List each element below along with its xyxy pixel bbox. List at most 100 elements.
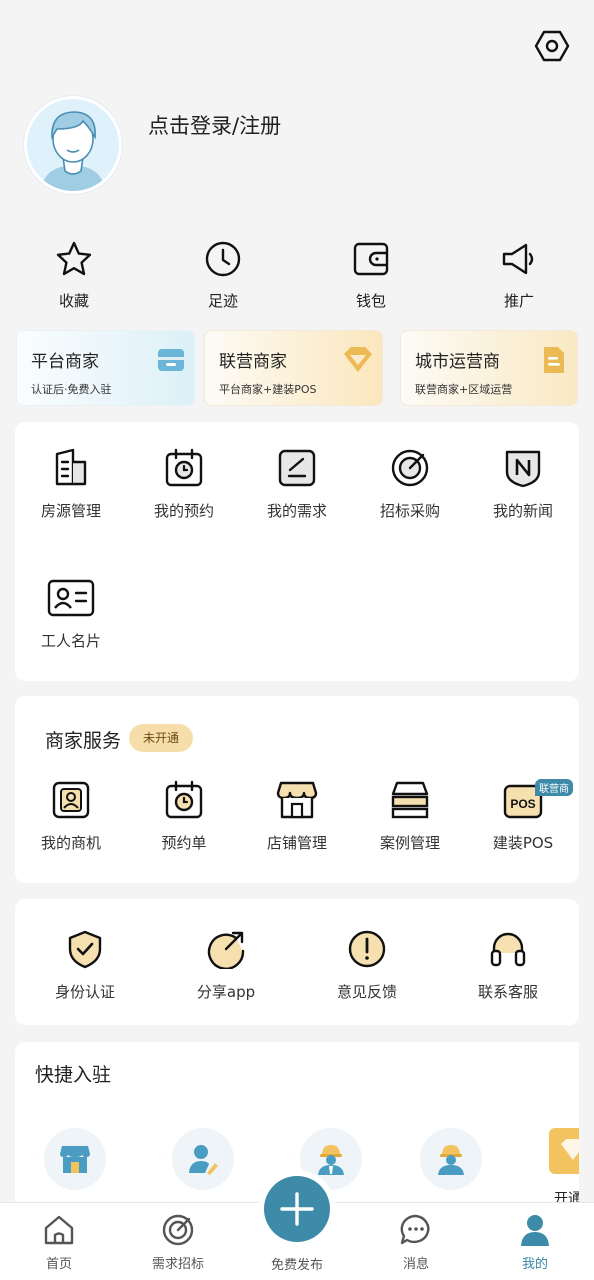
- wallet-icon: [353, 242, 389, 276]
- merchant-label: 建装POS: [492, 834, 554, 852]
- support-customer-service[interactable]: 联系客服: [452, 929, 564, 1002]
- layers-icon: [391, 781, 429, 819]
- status-badge: 未开通: [129, 724, 193, 752]
- support-label: 联系客服: [477, 983, 538, 1001]
- favorites-label: 收藏: [58, 292, 89, 310]
- user-icon: [521, 1215, 549, 1246]
- merchant-label: 我的商机: [40, 834, 101, 852]
- merchant-case-management[interactable]: 案例管理: [354, 780, 466, 853]
- default-avatar-icon: [41, 111, 105, 191]
- support-feedback[interactable]: 意见反馈: [311, 929, 423, 1002]
- support-label: 意见反馈: [336, 983, 397, 1001]
- tool-my-requirements[interactable]: 我的需求: [241, 448, 353, 521]
- tool-bidding-procurement[interactable]: 招标采购: [354, 448, 466, 521]
- quick-actions: 收藏 足迹 钱包 推广: [0, 240, 594, 320]
- history-button[interactable]: 足迹: [178, 240, 268, 311]
- fast-join-store[interactable]: [44, 1128, 106, 1190]
- tool-my-news[interactable]: 我的新闻: [467, 448, 579, 521]
- diamond-icon: [344, 347, 372, 372]
- star-icon: [56, 241, 92, 276]
- fast-join-open-f[interactable]: 开通F: [549, 1128, 579, 1208]
- store-icon: [276, 781, 318, 819]
- merchant-label: 预约单: [161, 834, 207, 852]
- news-n-icon: [505, 450, 541, 488]
- shield-check-icon: [68, 930, 102, 969]
- role-subtitle: 认证后·免费入驻: [31, 383, 112, 396]
- tools-card: 房源管理 我的预约 我的需求 招标采购 我的新闻 工人名片: [15, 422, 579, 681]
- merchant-store-management[interactable]: 店铺管理: [241, 780, 353, 853]
- joint-merchant-tag: 联营商: [535, 779, 573, 796]
- fast-join-designer[interactable]: [172, 1128, 234, 1190]
- free-publish-button[interactable]: [258, 1170, 336, 1248]
- tab-demand-bidding[interactable]: 需求招标: [128, 1213, 228, 1272]
- tab-label: 我的: [521, 1257, 548, 1272]
- role-card-city-operator[interactable]: 城市运营商 联营商家+区域运营: [400, 330, 578, 406]
- chat-icon: [400, 1214, 430, 1245]
- free-publish-label: 免费发布: [270, 1258, 323, 1273]
- plus-icon: [280, 1192, 314, 1226]
- tab-label: 需求招标: [151, 1257, 204, 1272]
- megaphone-icon: [502, 243, 534, 275]
- merchant-my-leads[interactable]: 我的商机: [15, 780, 127, 853]
- support-card: 身份认证 分享app 意见反馈 联系客服: [15, 899, 579, 1025]
- target-tab-icon: [162, 1214, 194, 1246]
- calendar-clock-icon: [165, 448, 203, 487]
- merchant-label: 案例管理: [379, 834, 440, 852]
- avatar[interactable]: [24, 96, 122, 194]
- settings-button[interactable]: [534, 28, 570, 64]
- building-icon: [55, 448, 87, 486]
- merchant-services-card: 商家服务 未开通 我的商机 预约单 店铺管理 案例管理 POS 建装POS 联营…: [15, 696, 579, 883]
- history-label: 足迹: [207, 292, 238, 310]
- tab-mine[interactable]: 我的: [485, 1213, 585, 1272]
- promote-button[interactable]: 推广: [474, 240, 564, 311]
- merchant-pos[interactable]: POS 建装POS 联营商: [467, 779, 579, 853]
- tool-property-management[interactable]: 房源管理: [15, 448, 127, 521]
- tool-label: 我的新闻: [492, 502, 553, 520]
- document-icon: [544, 347, 564, 373]
- svg-text:POS: POS: [510, 797, 535, 811]
- tool-label: 我的需求: [266, 502, 327, 520]
- headset-icon: [490, 932, 526, 967]
- merchant-appointment-orders[interactable]: 预约单: [128, 780, 240, 853]
- tab-home[interactable]: 首页: [9, 1213, 109, 1272]
- designer-join-icon: [189, 1145, 218, 1175]
- id-card-icon: [47, 579, 95, 617]
- fab-circle: [264, 1176, 330, 1242]
- tab-label: 首页: [45, 1257, 72, 1272]
- home-icon: [44, 1215, 74, 1245]
- tab-messages[interactable]: 消息: [366, 1213, 466, 1272]
- merchant-services-title: 商家服务: [45, 730, 122, 752]
- promote-label: 推广: [503, 292, 534, 310]
- edit-square-icon: [278, 449, 316, 487]
- support-share-app[interactable]: 分享app: [170, 929, 282, 1002]
- tool-label: 招标采购: [379, 502, 440, 520]
- tool-label: 房源管理: [40, 502, 101, 520]
- role-card-platform-merchant[interactable]: 平台商家 认证后·免费入驻: [16, 330, 195, 406]
- tool-my-appointments[interactable]: 我的预约: [128, 448, 240, 521]
- share-icon: [207, 931, 245, 969]
- fast-join-title: 快捷入驻: [35, 1064, 112, 1086]
- diamond-join-icon: [549, 1128, 579, 1174]
- tab-label: 消息: [402, 1257, 429, 1272]
- clock-icon: [205, 241, 241, 277]
- tool-label: 我的预约: [153, 502, 214, 520]
- role-subtitle: 平台商家+建装POS: [219, 383, 317, 396]
- foreman-join-icon: [318, 1145, 344, 1175]
- hexagon-settings-icon: [534, 30, 570, 62]
- role-subtitle: 联营商家+区域运营: [415, 383, 513, 396]
- wallet-label: 钱包: [355, 292, 386, 310]
- tool-worker-card[interactable]: 工人名片: [15, 578, 127, 651]
- tool-label: 工人名片: [40, 632, 101, 650]
- support-identity-verification[interactable]: 身份认证: [29, 929, 141, 1002]
- shop-icon: [158, 349, 184, 371]
- login-register-link[interactable]: 点击登录/注册: [148, 110, 281, 140]
- portrait-icon: [52, 781, 90, 819]
- wallet-button[interactable]: 钱包: [326, 240, 416, 311]
- support-label: 身份认证: [54, 983, 115, 1001]
- exclamation-icon: [348, 930, 386, 968]
- role-card-joint-merchant[interactable]: 联营商家 平台商家+建装POS: [204, 330, 383, 406]
- worker-join-icon: [438, 1145, 464, 1175]
- fast-join-worker[interactable]: [420, 1128, 482, 1190]
- store-join-icon: [60, 1146, 90, 1173]
- favorites-button[interactable]: 收藏: [29, 240, 119, 311]
